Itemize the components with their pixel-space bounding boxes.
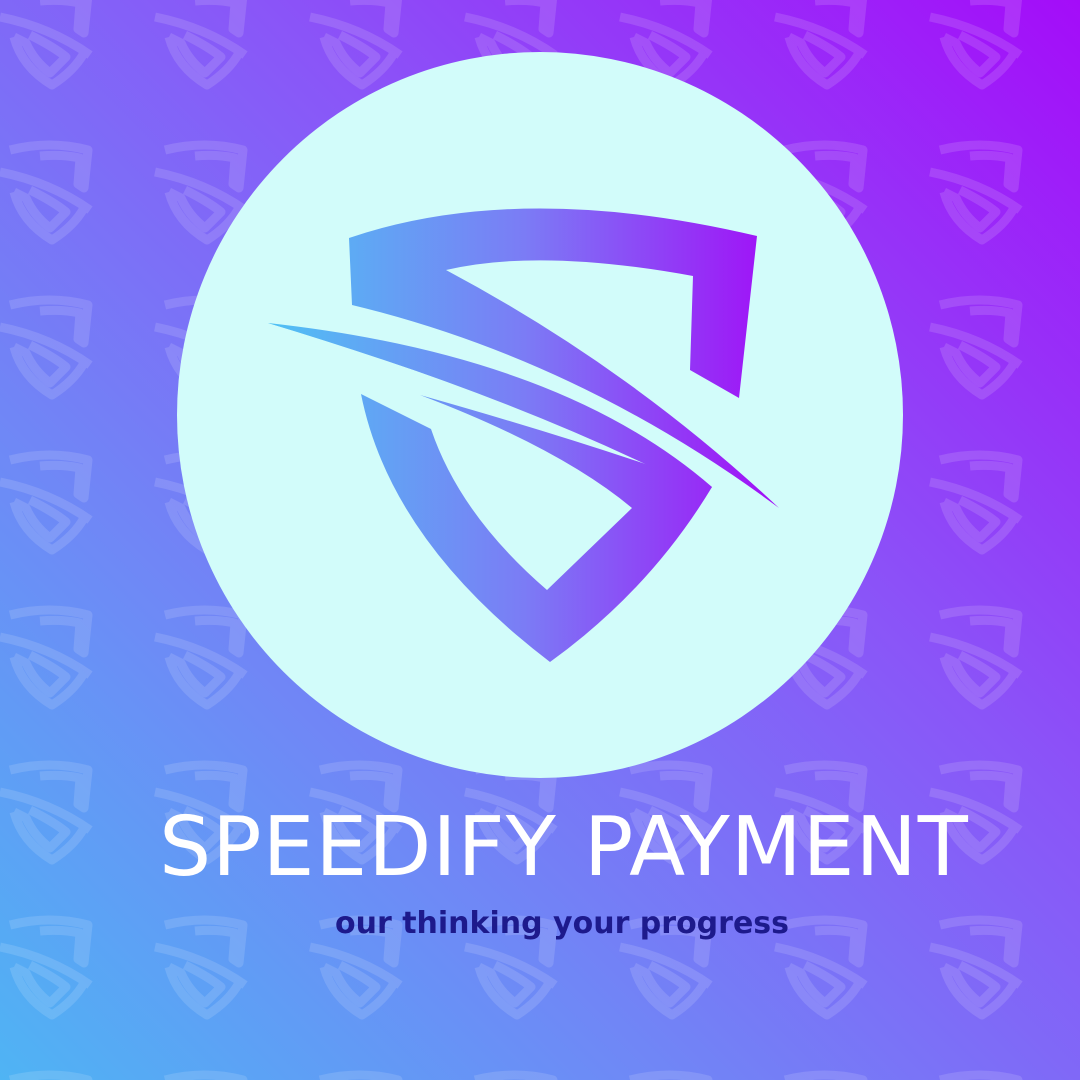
brand-poster: SPEEDIFY PAYMENT our thinking your progr… xyxy=(0,0,1080,1080)
logo-shapes xyxy=(268,208,779,662)
brand-title: SPEEDIFY PAYMENT xyxy=(159,800,969,895)
brand-tagline: our thinking your progress xyxy=(334,906,790,941)
